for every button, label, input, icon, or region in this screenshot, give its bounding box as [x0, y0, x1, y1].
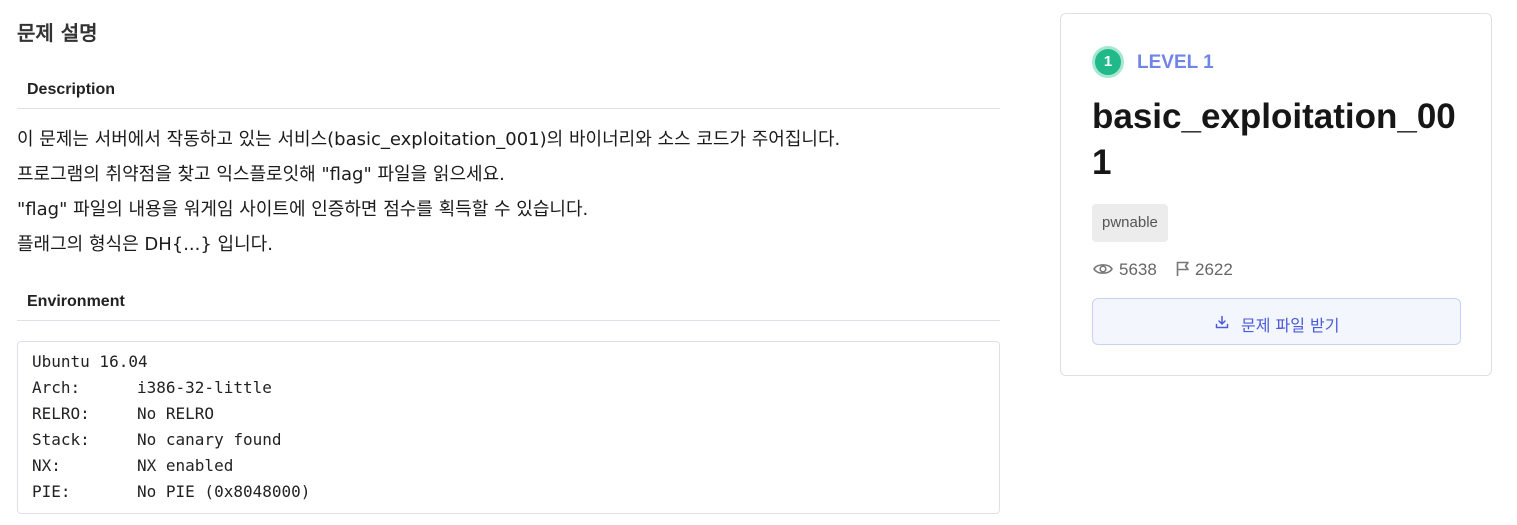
code-key: Arch: — [32, 378, 81, 397]
code-value: No PIE (0x8048000) — [137, 482, 311, 501]
level-label: LEVEL 1 — [1137, 52, 1214, 73]
code-line-os: Ubuntu 16.04 — [32, 352, 148, 371]
environment-code-block: Ubuntu 16.04 Arch: i386-32-little RELRO: N… — [17, 341, 1000, 514]
environment-heading: Environment — [27, 293, 125, 310]
code-line-arch: Arch: i386-32-little — [32, 375, 985, 401]
category-tag[interactable]: pwnable — [1092, 204, 1168, 242]
challenge-name: basic_exploitation_001 — [1092, 97, 1456, 182]
level-badge: 1 — [1092, 46, 1124, 78]
description-line: 이 문제는 서버에서 작동하고 있는 서비스(basic_exploitatio… — [17, 129, 841, 150]
description-header: Description — [17, 69, 1000, 109]
description-body: 이 문제는 서버에서 작동하고 있는 서비스(basic_exploitatio… — [17, 124, 1000, 264]
description-line: "flag" 파일의 내용을 워게임 사이트에 인증하면 점수를 획득할 수 있… — [17, 199, 589, 220]
environment-header: Environment — [17, 281, 1000, 321]
code-value: No RELRO — [137, 404, 215, 423]
code-value: i386-32-little — [137, 378, 272, 397]
code-key: Stack: — [32, 430, 90, 449]
code-value: No canary found — [137, 430, 282, 449]
download-files-button[interactable]: 문제 파일 받기 — [1092, 298, 1461, 345]
description-line: 프로그램의 취약점을 찾고 익스플로잇해 "flag" 파일을 읽으세요. — [17, 164, 505, 185]
code-key: RELRO: — [32, 404, 90, 423]
description-heading: Description — [27, 81, 116, 98]
flag-icon — [1176, 261, 1189, 276]
description-line: 플래그의 형식은 DH{...} 입니다. — [17, 234, 273, 255]
challenge-info-card: 1 LEVEL 1 basic_exploitation_001 pwnable… — [1060, 13, 1492, 376]
code-line-relro: RELRO: No RELRO — [32, 401, 985, 427]
views-count: 5638 — [1119, 260, 1157, 279]
solves-count: 2622 — [1195, 260, 1233, 279]
section-title: 문제 설명 — [17, 21, 98, 45]
download-button-label: 문제 파일 받기 — [1241, 316, 1340, 335]
code-value: NX enabled — [137, 456, 234, 475]
eye-icon — [1093, 264, 1113, 274]
code-key: PIE: — [32, 482, 71, 501]
code-key: NX: — [32, 456, 61, 475]
code-line-stack: Stack: No canary found — [32, 427, 985, 453]
download-icon — [1215, 315, 1229, 329]
code-line-nx: NX: NX enabled — [32, 453, 985, 479]
code-line-pie: PIE: No PIE (0x8048000) — [32, 479, 985, 505]
